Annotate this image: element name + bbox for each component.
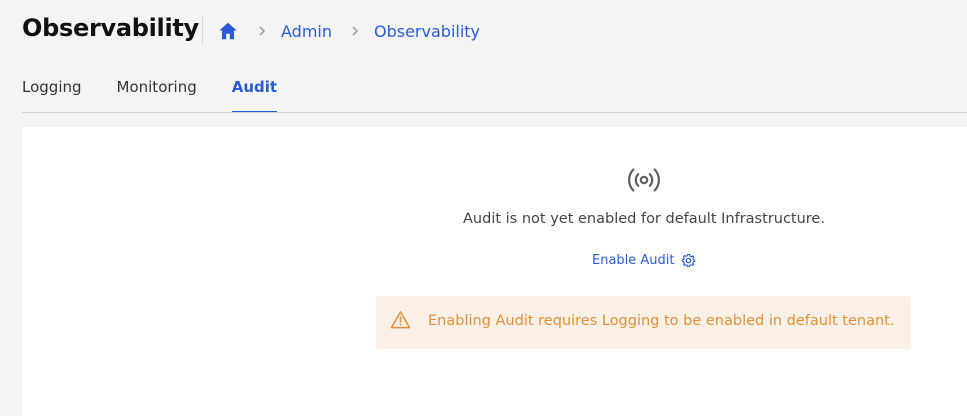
warning-triangle-icon: [390, 311, 411, 329]
broadcast-signal-icon: [628, 168, 660, 192]
logging-required-warning: Enabling Audit requires Logging to be en…: [376, 296, 911, 349]
home-icon[interactable]: [217, 20, 239, 42]
gear-icon: [681, 253, 695, 267]
page-header: Observability Admin Observability: [0, 0, 967, 62]
title-divider: [202, 16, 203, 45]
breadcrumb: Admin Observability: [217, 19, 480, 43]
enable-audit-label: Enable Audit: [592, 252, 675, 268]
tabs-divider: [22, 112, 967, 113]
breadcrumb-admin[interactable]: Admin: [281, 22, 332, 41]
tab-logging[interactable]: Logging: [22, 78, 82, 113]
chevron-right-icon: [259, 26, 266, 36]
tab-bar: Logging Monitoring Audit: [22, 78, 312, 113]
page-title: Observability: [22, 14, 199, 42]
breadcrumb-observability[interactable]: Observability: [374, 22, 480, 41]
chevron-right-icon: [352, 26, 359, 36]
audit-disabled-message: Audit is not yet enabled for default Inf…: [463, 211, 825, 227]
audit-panel: [22, 127, 967, 416]
tab-audit[interactable]: Audit: [231, 78, 278, 113]
warning-text: Enabling Audit requires Logging to be en…: [428, 313, 895, 329]
enable-audit-button[interactable]: Enable Audit: [592, 251, 696, 269]
tab-monitoring[interactable]: Monitoring: [117, 78, 197, 113]
